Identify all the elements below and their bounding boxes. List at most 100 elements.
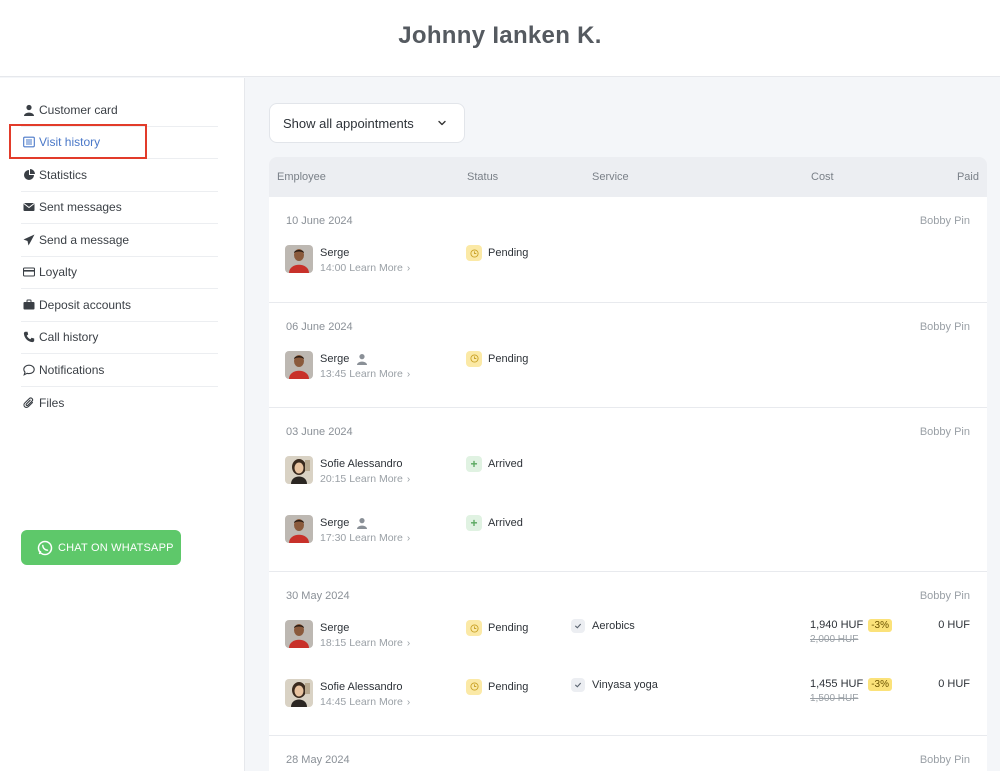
status-label: Pending [488, 622, 529, 634]
plus-icon: + [466, 456, 482, 472]
date-group: 03 June 2024 Bobby Pin Sofie Alessandro 20:… [269, 408, 987, 572]
employee-name: Sofie Alessandro [320, 680, 403, 693]
sidebar-nav: Customer card Visit history Statistics Sent… [21, 94, 218, 419]
clock-icon [466, 620, 482, 636]
status-badge: Pending [466, 350, 528, 367]
whatsapp-chat-button[interactable]: CHAT ON WHATSAPP [21, 530, 181, 565]
date-group-header: 06 June 2024 Bobby Pin [269, 303, 987, 349]
cost-value: 1,940 HUF [810, 619, 864, 631]
appointment-row[interactable]: Sofie Alessandro 20:15 Learn More › + Arrive… [269, 454, 987, 513]
group-date: 28 May 2024 [286, 754, 350, 766]
sidebar-item-label: Send a message [39, 232, 130, 247]
appointment-row[interactable]: Serge 13:45 Learn More › Pending [269, 349, 987, 408]
person-icon [357, 353, 368, 365]
chevron-right-icon: › [406, 368, 411, 380]
service-name: Vinyasa yoga [592, 678, 658, 691]
user-icon [22, 103, 36, 117]
appointment-row[interactable]: Sofie Alessandro 14:45 Learn More › Pending… [269, 677, 987, 736]
employee-name: Sofie Alessandro [320, 458, 403, 470]
group-date: 10 June 2024 [286, 215, 353, 227]
appointment-time: 18:15 [320, 637, 347, 649]
date-group-header: 30 May 2024 Bobby Pin [269, 572, 987, 618]
sidebar-item-files[interactable]: Files [21, 387, 218, 420]
appointment-time: 14:45 [320, 695, 347, 708]
appointments-filter-dropdown[interactable]: Show all appointments [269, 103, 465, 143]
group-location: Bobby Pin [919, 215, 970, 227]
column-paid: Paid [956, 171, 979, 183]
table-header: Employee Status Service Cost Paid [269, 157, 987, 197]
envelope-icon [22, 200, 36, 214]
appointment-time-wrap: 14:00 Learn More › [320, 262, 410, 274]
appointment-row[interactable]: Serge 17:30 Learn More › + Arrived [269, 513, 987, 572]
clock-icon [466, 245, 482, 261]
sidebar-item-notifications[interactable]: Notifications [21, 354, 218, 387]
learn-more-link[interactable]: Learn More [349, 473, 403, 485]
filter-selected-value: Show all appointments [283, 115, 414, 131]
original-cost: 1,500 HUF [810, 692, 859, 704]
discount-badge: -3% [868, 619, 892, 632]
appointment-time-wrap: 13:45 Learn More › [320, 368, 410, 380]
whatsapp-button-label: CHAT ON WHATSAPP [58, 541, 174, 554]
learn-more-link[interactable]: Learn More [349, 696, 403, 708]
employee-name: Serge [320, 622, 350, 634]
date-group: 10 June 2024 Bobby Pin Serge 14:00 Learn Mo… [269, 197, 987, 303]
sidebar-item-send-a-message[interactable]: Send a message [21, 224, 218, 257]
learn-more-link[interactable]: Learn More [349, 532, 403, 544]
check-icon [571, 677, 585, 692]
pie-chart-icon [22, 168, 36, 182]
service-cell: Aerobics [571, 619, 635, 633]
cost-cell: 1,940 HUF -3% 2,000 HUF [810, 619, 892, 645]
status-badge: + Arrived [466, 514, 523, 531]
appointment-row[interactable]: Serge 18:15 Learn More › Pending Aerobics 1,9… [269, 618, 987, 677]
employee-name-wrap: Serge [320, 517, 368, 529]
status-badge: Pending [466, 620, 528, 636]
sidebar-item-label: Files [39, 395, 65, 410]
employee-avatar [285, 456, 313, 484]
status-badge: Pending [466, 678, 528, 695]
group-location: Bobby Pin [919, 320, 970, 333]
clock-icon [466, 678, 482, 695]
column-service: Service [592, 171, 629, 183]
sidebar-item-visit-history[interactable]: Visit history [21, 127, 218, 159]
group-date: 06 June 2024 [286, 320, 353, 333]
appointment-row[interactable]: Serge 14:00 Learn More › Pending [269, 243, 987, 302]
sidebar-item-customer-card[interactable]: Customer card [21, 94, 218, 127]
chat-bubble-icon [22, 363, 36, 377]
employee-avatar [285, 620, 313, 648]
sidebar-item-loyalty[interactable]: Loyalty [21, 257, 218, 289]
employee-name-wrap: Serge [320, 247, 349, 259]
main-content: Show all appointments Employee Status Se… [245, 78, 1000, 771]
original-cost: 2,000 HUF [810, 634, 859, 645]
sidebar-item-statistics[interactable]: Statistics [21, 159, 218, 192]
card-icon [22, 265, 36, 279]
column-employee: Employee [277, 171, 326, 183]
chevron-right-icon: › [406, 638, 411, 649]
learn-more-link[interactable]: Learn More [349, 637, 403, 649]
paid-value: 0 HUF [938, 677, 970, 690]
person-icon [357, 517, 368, 529]
date-group-header: 10 June 2024 Bobby Pin [269, 197, 987, 243]
paperclip-icon [22, 396, 36, 410]
sidebar-item-deposit-accounts[interactable]: Deposit accounts [21, 289, 218, 322]
date-group: 06 June 2024 Bobby Pin Serge 13:45 Learn Mo… [269, 303, 987, 408]
employee-name: Serge [320, 352, 350, 365]
appointment-time-wrap: 18:15 Learn More › [320, 637, 410, 649]
sidebar-item-label: Sent messages [39, 200, 122, 215]
learn-more-link[interactable]: Learn More [349, 368, 403, 380]
employee-name: Serge [320, 247, 350, 259]
employee-name-wrap: Serge [320, 353, 368, 365]
group-location: Bobby Pin [919, 426, 970, 438]
learn-more-link[interactable]: Learn More [349, 262, 403, 274]
chevron-down-icon [438, 120, 446, 126]
sidebar-item-sent-messages[interactable]: Sent messages [21, 192, 218, 224]
employee-name: Serge [320, 516, 350, 529]
visit-history-list: 10 June 2024 Bobby Pin Serge 14:00 Learn Mo… [269, 197, 987, 771]
date-group: 30 May 2024 Bobby Pin Serge 18:15 Learn Mor… [269, 572, 987, 736]
service-name: Aerobics [592, 620, 635, 632]
status-label: Arrived [488, 516, 523, 529]
sidebar-item-label: Statistics [39, 167, 88, 182]
sidebar-item-call-history[interactable]: Call history [21, 322, 218, 354]
chevron-right-icon: › [406, 474, 411, 485]
appointment-time-wrap: 14:45 Learn More › [320, 696, 410, 708]
cost-cell: 1,455 HUF -3% 1,500 HUF [810, 677, 892, 704]
